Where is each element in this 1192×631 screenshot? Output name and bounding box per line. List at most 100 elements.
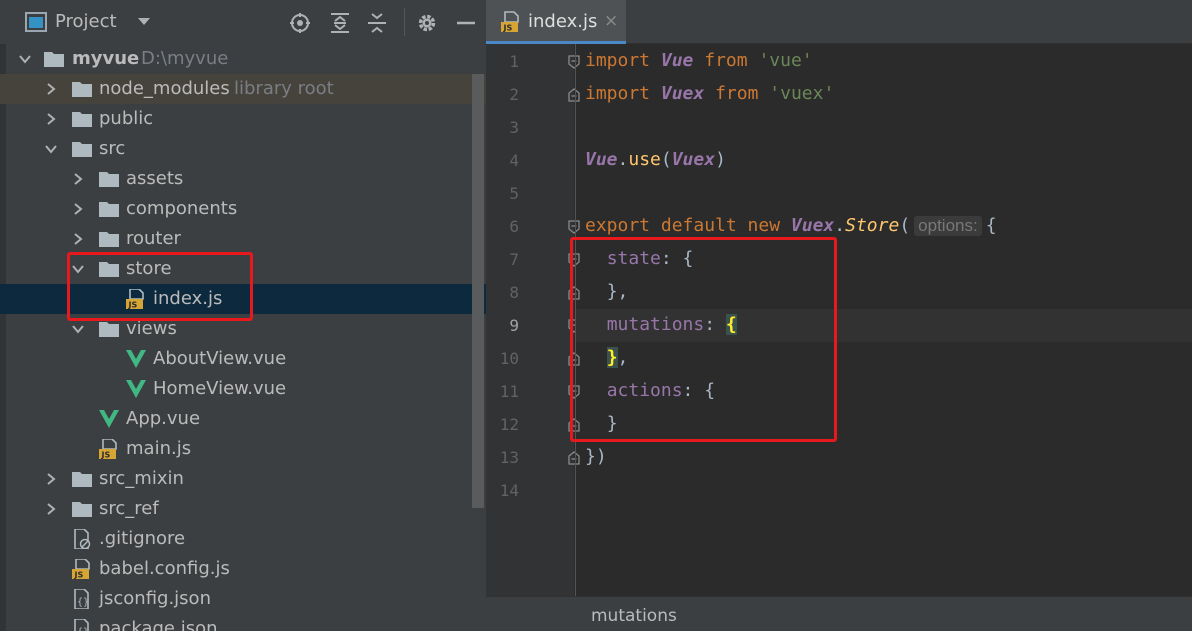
folder-icon (72, 112, 92, 127)
tree-item-babel-config[interactable]: JS babel.config.js (0, 554, 486, 584)
tree-item-homeview[interactable]: HomeView.vue (0, 374, 486, 404)
project-panel-title[interactable]: Project (55, 11, 117, 32)
svg-text:JS: JS (74, 571, 84, 580)
tree-item-path-hint: D:\myvue (141, 48, 229, 69)
project-window-icon (25, 12, 47, 32)
close-icon[interactable]: × (604, 11, 618, 31)
ignore-file-icon (74, 529, 91, 549)
tree-item-label: main.js (126, 438, 192, 459)
js-file-icon: JS (72, 559, 90, 580)
folder-icon (72, 82, 92, 97)
tree-item-node-modules[interactable]: node_modules library root (0, 74, 486, 104)
folder-icon (99, 172, 119, 187)
chevron-right-icon[interactable] (72, 173, 84, 185)
line-number: 6 (509, 217, 519, 236)
breadcrumb-bar: mutations (486, 596, 1192, 631)
chevron-right-icon[interactable] (72, 233, 84, 245)
tree-item-aboutview[interactable]: AboutView.vue (0, 344, 486, 374)
tree-item-label: babel.config.js (99, 558, 230, 579)
chevron-down-icon[interactable] (45, 143, 57, 155)
code-line-6[interactable]: export default new Vuex.Store(options:{ (585, 215, 997, 236)
tree-item-assets[interactable]: assets (0, 164, 486, 194)
tree-item-jsconfig[interactable]: {} jsconfig.json (0, 584, 486, 614)
breadcrumb[interactable]: mutations (591, 606, 677, 626)
vue-file-icon (126, 350, 146, 368)
tree-item-label: src_ref (99, 498, 159, 519)
line-number: 4 (509, 151, 519, 170)
json-file-icon: {} (74, 589, 89, 609)
tree-item-myvue[interactable]: myvue D:\myvue (0, 44, 486, 74)
tree-item-router[interactable]: router (0, 224, 486, 254)
js-file-icon: JS (99, 439, 117, 460)
folder-icon (44, 52, 64, 67)
line-number-current: 9 (509, 316, 519, 335)
chevron-right-icon[interactable] (45, 113, 57, 125)
fold-marker-icon[interactable] (568, 88, 580, 102)
tree-item-label: jsconfig.json (99, 588, 211, 609)
js-file-icon: JS (501, 11, 519, 33)
tree-item-app-vue[interactable]: App.vue (0, 404, 486, 434)
tree-item-main-js[interactable]: JS main.js (0, 434, 486, 464)
hide-panel-icon[interactable] (455, 12, 477, 34)
svg-text:JS: JS (503, 24, 513, 33)
tree-item-label: App.vue (126, 408, 201, 429)
folder-icon (72, 142, 92, 157)
tree-item-label: src (99, 138, 126, 159)
tree-item-label: public (99, 108, 154, 129)
code-line-1[interactable]: import Vue from 'vue' (585, 50, 813, 71)
line-number: 12 (499, 415, 519, 434)
tree-item-label: src_mixin (99, 468, 184, 489)
chevron-right-icon[interactable] (72, 203, 84, 215)
code-line-13[interactable]: }) (585, 446, 607, 467)
tree-item-src-ref[interactable]: src_ref (0, 494, 486, 524)
chevron-right-icon[interactable] (45, 473, 57, 485)
locate-file-icon[interactable] (289, 12, 311, 34)
line-number: 11 (499, 382, 519, 401)
line-number: 8 (509, 283, 519, 302)
tree-item-public[interactable]: public (0, 104, 486, 134)
folder-icon (72, 502, 92, 517)
tree-item-gitignore[interactable]: .gitignore (0, 524, 486, 554)
chevron-right-icon[interactable] (45, 83, 57, 95)
svg-text:JS: JS (101, 451, 111, 460)
tree-scrollbar-thumb[interactable] (472, 74, 484, 508)
chevron-down-icon[interactable] (72, 323, 84, 335)
chevron-down-icon[interactable] (137, 15, 151, 27)
fold-marker-icon[interactable] (568, 55, 580, 69)
code-line-2[interactable]: import Vuex from 'vuex' (585, 83, 834, 104)
tree-item-label: router (126, 228, 181, 249)
tree-item-package-json[interactable]: {} package.json (0, 614, 486, 631)
code-line-4[interactable]: Vue.use(Vuex) (585, 149, 726, 170)
fold-marker-icon[interactable] (568, 451, 580, 465)
line-number: 2 (509, 85, 519, 104)
fold-marker-icon[interactable] (568, 220, 580, 234)
tree-item-label: AboutView.vue (153, 348, 287, 369)
tab-index-js[interactable]: JS index.js × (486, 0, 626, 44)
line-number: 1 (509, 52, 519, 71)
tree-item-label: package.json (99, 618, 218, 631)
tree-item-label: assets (126, 168, 184, 189)
tree-item-label: .gitignore (99, 528, 186, 549)
tree-item-label: node_modules (99, 78, 230, 99)
line-number-gutter: 1 2 3 4 5 6 7 8 9 10 11 12 13 14 (486, 44, 580, 596)
collapse-all-icon[interactable] (366, 12, 388, 34)
folder-icon (99, 322, 119, 337)
gear-icon[interactable] (416, 12, 438, 34)
highlight-box-store-options (570, 237, 837, 442)
svg-text:{}: {} (77, 627, 89, 631)
tree-item-label: views (126, 318, 177, 339)
line-number: 5 (509, 184, 519, 203)
highlight-box-store (67, 252, 253, 321)
line-number: 7 (509, 250, 519, 269)
line-number: 3 (509, 118, 519, 137)
toolbar-divider (404, 8, 405, 36)
line-number: 14 (499, 481, 519, 500)
tree-item-src[interactable]: src (0, 134, 486, 164)
svg-text:{}: {} (77, 597, 89, 608)
tree-item-label: components (126, 198, 238, 219)
chevron-right-icon[interactable] (45, 503, 57, 515)
chevron-down-icon[interactable] (19, 53, 31, 65)
tree-item-src-mixin[interactable]: src_mixin (0, 464, 486, 494)
expand-all-icon[interactable] (329, 12, 351, 34)
tree-item-components[interactable]: components (0, 194, 486, 224)
